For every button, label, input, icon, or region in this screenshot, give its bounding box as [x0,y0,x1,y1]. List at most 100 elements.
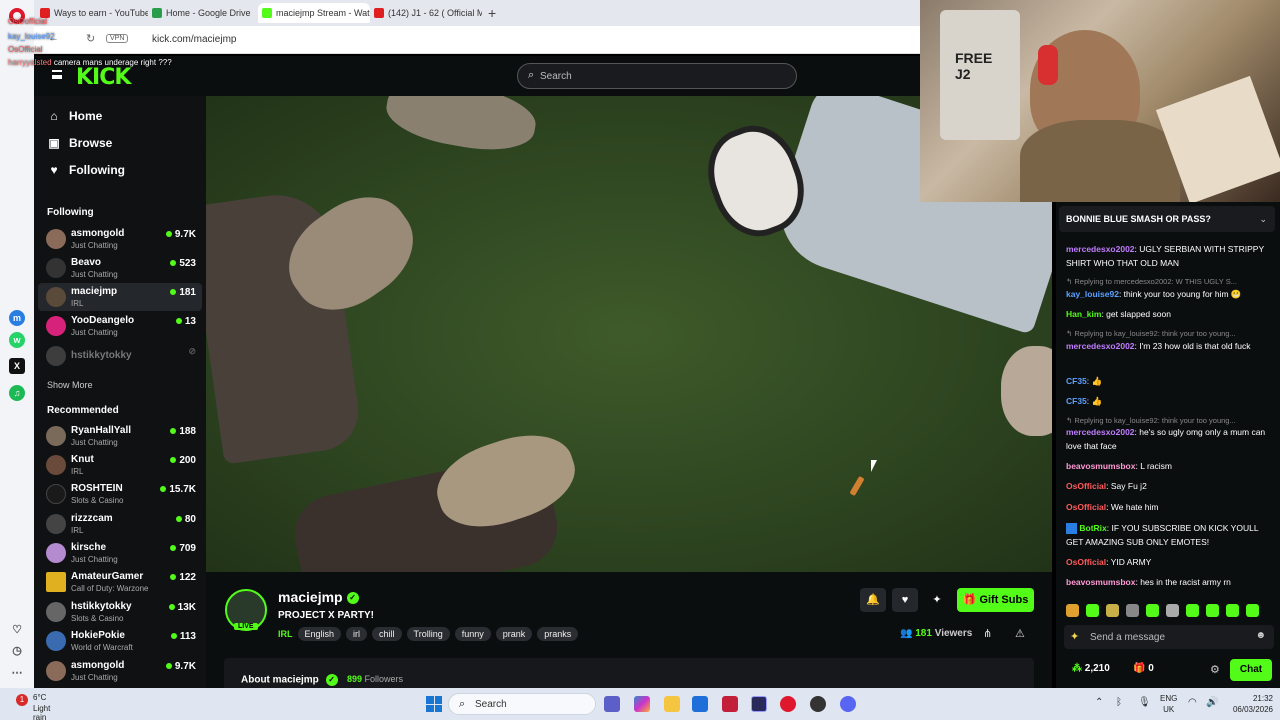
tab-youtube-earn[interactable]: Ways to earn - YouTube S [36,3,148,23]
nav-home[interactable]: ⌂ Home [47,109,102,129]
chat-username[interactable]: CF35 [1066,396,1087,406]
wifi-icon[interactable]: ◠ [1188,697,1197,708]
recommended-channel-rizzzcam[interactable]: rizzzcam IRL 80 [38,510,202,538]
taskbar-search[interactable]: ⌕ [448,693,596,715]
history-icon[interactable]: ◷ [9,643,25,659]
emote-icon[interactable] [1226,604,1239,617]
outlook-icon[interactable] [692,696,708,712]
chat-reply-context[interactable]: ↰ Replying to kay_louise92: think your t… [1066,416,1272,425]
windows-start-icon[interactable] [426,696,442,712]
taskbar-search-input[interactable] [475,697,585,712]
recommended-channel-amateurgamer[interactable]: AmateurGamer Call of Duty: Warzone 122 [38,568,202,596]
tag[interactable]: Trolling [406,627,450,641]
gift-count[interactable]: 🎁 0 [1133,663,1154,674]
acrobat-icon[interactable] [722,696,738,712]
more-icon[interactable]: ⋯ [9,665,25,681]
recommended-channel-ryanhallyall[interactable]: RyanHallYall Just Chatting 188 [38,422,202,450]
recommended-channel-hokiepokie[interactable]: HokiePokie World of Warcraft 113 [38,627,202,655]
volume-icon[interactable]: 🔊 [1206,697,1218,708]
emote-icon[interactable] [1106,604,1119,617]
chat-username[interactable]: CF35 [1066,376,1087,386]
vpn-badge[interactable]: VPN [106,34,129,43]
chat-username[interactable]: mercedesxo2002 [1066,341,1135,351]
emote-icon[interactable] [1146,604,1159,617]
discord-icon[interactable] [840,696,856,712]
reload-icon[interactable]: ↻ [86,32,95,45]
following-channel-hstikkytokky[interactable]: hstikkytokky ⊘ [38,342,202,370]
x-icon[interactable]: X [9,358,25,374]
recommended-channel-knut[interactable]: Knut IRL 200 [38,451,202,479]
chat-input-box[interactable]: ✦ ☻ [1064,625,1274,649]
chat-username[interactable]: Han_kim [1066,309,1101,319]
tag[interactable]: funny [454,627,491,641]
chat-username[interactable]: OsOfficial [1066,481,1106,491]
tab-google-drive[interactable]: Home - Google Drive [148,3,258,23]
following-channel-maciejmp[interactable]: maciejmp IRL 181 [38,283,202,311]
chat-username[interactable]: BotRix [1079,523,1106,533]
emote-icon[interactable] [1186,604,1199,617]
search-input[interactable] [540,68,780,85]
emote-icon[interactable] [1086,604,1099,617]
clip-button[interactable]: ✦ [924,588,950,612]
chat-message-input[interactable] [1090,628,1240,646]
microphone-icon[interactable]: 🎙 [1138,697,1151,708]
following-channel-beavo[interactable]: Beavo Just Chatting 523 [38,254,202,282]
chat-reply-context[interactable]: ↰ Replying to mercedesxo2002: W THIS UGL… [1066,277,1272,286]
language-indicator[interactable]: ENG UK [1160,693,1177,715]
category-link[interactable]: IRL [278,627,293,641]
following-channel-yoodeangelo[interactable]: YooDeangelo Just Chatting 13 [38,312,202,340]
tab-kick-stream[interactable]: maciejmp Stream - Watch [258,3,370,23]
nav-following[interactable]: ♥ Following [47,163,125,183]
tab-youtube-music[interactable]: (142) J1 - 62 ( Official Mu [370,3,482,23]
recommended-channel-hstikkytokky[interactable]: hstikkytokky Slots & Casino 13K [38,598,202,626]
emote-icon[interactable] [1066,604,1079,617]
pinned-message[interactable]: BONNIE BLUE SMASH OR PASS? ⌄ [1059,206,1275,232]
chat-username[interactable]: OsOfficial [1066,502,1106,512]
chevron-up-icon[interactable]: ⌃ [1095,697,1103,708]
tag[interactable]: pranks [537,627,579,641]
url-field[interactable]: kick.com/maciejmp [152,34,236,45]
chevron-down-icon[interactable]: ⌄ [1259,214,1267,225]
notification-bell-button[interactable]: 🔔 [860,588,886,612]
chat-username[interactable]: kay_louise92 [1066,289,1119,299]
kick-logo[interactable]: KICK [76,65,131,90]
send-chat-button[interactable]: Chat [1230,659,1272,681]
recommended-channel-asmongold[interactable]: asmongold Just Chatting 9.7K [38,657,202,685]
clock[interactable]: 21:32 06/03/2026 [1225,693,1273,715]
menu-icon[interactable] [52,70,62,79]
show-more-link[interactable]: Show More [47,380,93,390]
opera-icon[interactable] [780,696,796,712]
channel-points[interactable]: ⁂ 2,210 [1072,663,1110,674]
following-channel-asmongold[interactable]: asmongold Just Chatting 9.7K [38,225,202,253]
bluetooth-icon[interactable]: ᛒ [1116,697,1122,708]
gift-subs-button[interactable]: 🎁 Gift Subs [957,588,1034,612]
recommended-channel-roshtein[interactable]: ROSHTEIN Slots & Casino 15.7K [38,480,202,508]
share-icon[interactable]: ⋔ [983,627,992,640]
emote-icon[interactable] [1206,604,1219,617]
tag[interactable]: English [297,627,342,641]
heart-icon[interactable]: ♡ [9,622,25,638]
chat-username[interactable]: mercedesxo2002 [1066,244,1135,254]
teams-icon[interactable] [604,696,620,712]
tag[interactable]: chill [372,627,402,641]
copilot-icon[interactable] [634,696,650,712]
tag[interactable]: irl [346,627,368,641]
nav-browse[interactable]: ▣ Browse [47,136,112,156]
recommended-channel-kirsche[interactable]: kirsche Just Chatting 709 [38,539,202,567]
search-box[interactable]: ⌕ [517,63,797,89]
report-icon[interactable]: ⚠ [1015,627,1025,640]
chat-reply-context[interactable]: ↰ Replying to kay_louise92: think your t… [1066,329,1272,338]
emote-icon[interactable] [1166,604,1179,617]
new-tab-button[interactable]: + [488,3,496,23]
chat-username[interactable]: mercedesxo2002 [1066,427,1135,437]
tag[interactable]: prank [495,627,533,641]
file-explorer-icon[interactable] [664,696,680,712]
messenger-icon[interactable]: m [9,310,25,326]
chat-username[interactable]: OsOfficial [1066,557,1106,567]
obs-icon[interactable] [810,696,826,712]
streamer-name[interactable]: maciejmp ✓ [278,589,359,605]
follow-button[interactable]: ♥ [892,588,918,612]
premiere-icon[interactable] [751,696,767,712]
emote-icon[interactable] [1126,604,1139,617]
gear-icon[interactable]: ⚙ [1210,663,1220,676]
